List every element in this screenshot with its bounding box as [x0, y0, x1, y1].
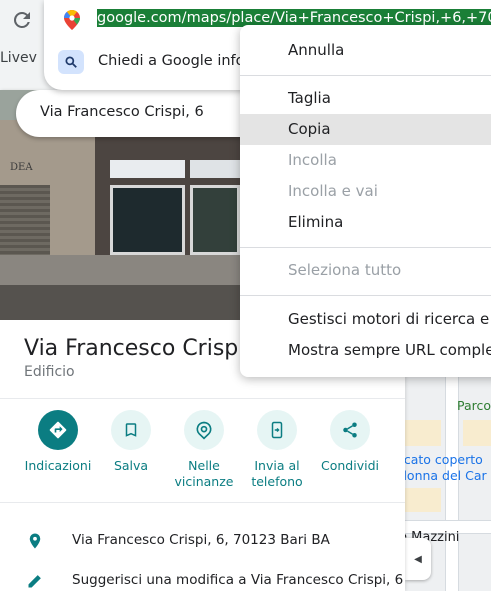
photo-sign-text: DEA	[10, 162, 33, 173]
chevron-left-icon: ◀	[414, 553, 422, 565]
reload-icon[interactable]	[10, 8, 34, 32]
menu-separator	[240, 75, 491, 76]
menu-separator	[240, 247, 491, 248]
menu-item-cut[interactable]: Taglia	[240, 83, 491, 114]
divider	[0, 398, 405, 399]
map-block	[405, 420, 441, 446]
menu-item-copy[interactable]: Copia	[240, 114, 491, 145]
save-button[interactable]: Salva	[94, 410, 168, 474]
bookmark-icon	[111, 410, 151, 450]
menu-item-paste-and-go: Incolla e vai	[288, 182, 378, 200]
nearby-label: Nelle vicinanze	[174, 458, 234, 489]
save-label: Salva	[113, 458, 149, 473]
share-button[interactable]: Condividi	[313, 410, 387, 474]
share-label: Condividi	[321, 458, 379, 473]
place-category[interactable]: Edificio	[24, 364, 75, 380]
map-block	[463, 420, 491, 446]
maps-search-input[interactable]: Via Francesco Crispi, 6	[40, 104, 204, 120]
photo-shop-window	[190, 185, 240, 255]
directions-icon	[38, 410, 78, 450]
divider	[0, 502, 405, 503]
place-title: Via Francesco Crispi, 6	[24, 336, 273, 361]
send-to-phone-button[interactable]: Invia al telefono	[240, 410, 314, 490]
address-row[interactable]: Via Francesco Crispi, 6, 70123 Bari BA	[0, 520, 405, 560]
directions-label: Indicazioni	[24, 458, 92, 473]
search-icon	[58, 50, 84, 74]
nearby-icon	[184, 410, 224, 450]
map-block	[405, 488, 441, 512]
map-label-market[interactable]: rcato coperto	[405, 452, 483, 467]
menu-separator	[240, 295, 491, 296]
menu-item-select-all: Seleziona tutto	[288, 261, 402, 279]
bookmark-label: Livev	[0, 50, 37, 66]
suggest-edit-text: Suggerisci una modifica a Via Francesco …	[72, 572, 404, 588]
menu-item-delete[interactable]: Elimina	[240, 207, 491, 238]
menu-item-undo[interactable]: Annulla	[240, 35, 491, 66]
suggest-edit-row[interactable]: Suggerisci una modifica a Via Francesco …	[0, 560, 405, 591]
photo-shutter	[0, 185, 50, 255]
nearby-button[interactable]: Nelle vicinanze	[167, 410, 241, 490]
google-maps-pin-icon	[64, 10, 80, 30]
action-bar: Indicazioni Salva Nelle vicinanze Invia …	[0, 410, 405, 490]
location-pin-icon	[26, 530, 44, 552]
map-label-church[interactable]: donna del Car	[405, 468, 487, 483]
photo-shop-sign	[110, 160, 185, 178]
send-to-phone-icon	[257, 410, 297, 450]
omnibox-url-input[interactable]: google.com/maps/place/Via+Francesco+Cris…	[97, 9, 491, 27]
menu-item-show-full-urls[interactable]: Mostra sempre URL completi	[240, 335, 491, 366]
send-to-phone-label: Invia al telefono	[251, 458, 303, 489]
context-menu: Annulla Taglia Copia Incolla Incolla e v…	[240, 25, 491, 377]
directions-button[interactable]: Indicazioni	[21, 410, 95, 474]
share-icon	[330, 410, 370, 450]
menu-item-paste: Incolla	[288, 151, 337, 169]
collapse-panel-button[interactable]: ◀	[405, 538, 431, 580]
photo-shop-sign	[190, 160, 240, 178]
bookmark-item[interactable]: Livev	[0, 46, 37, 70]
edit-pencil-icon	[26, 570, 44, 591]
address-text: Via Francesco Crispi, 6, 70123 Bari BA	[72, 532, 330, 548]
menu-item-manage-search-engines[interactable]: Gestisci motori di ricerca e ricerca nel…	[240, 304, 491, 335]
photo-shop-window	[110, 185, 185, 255]
map-label-park[interactable]: Parco	[457, 398, 491, 413]
